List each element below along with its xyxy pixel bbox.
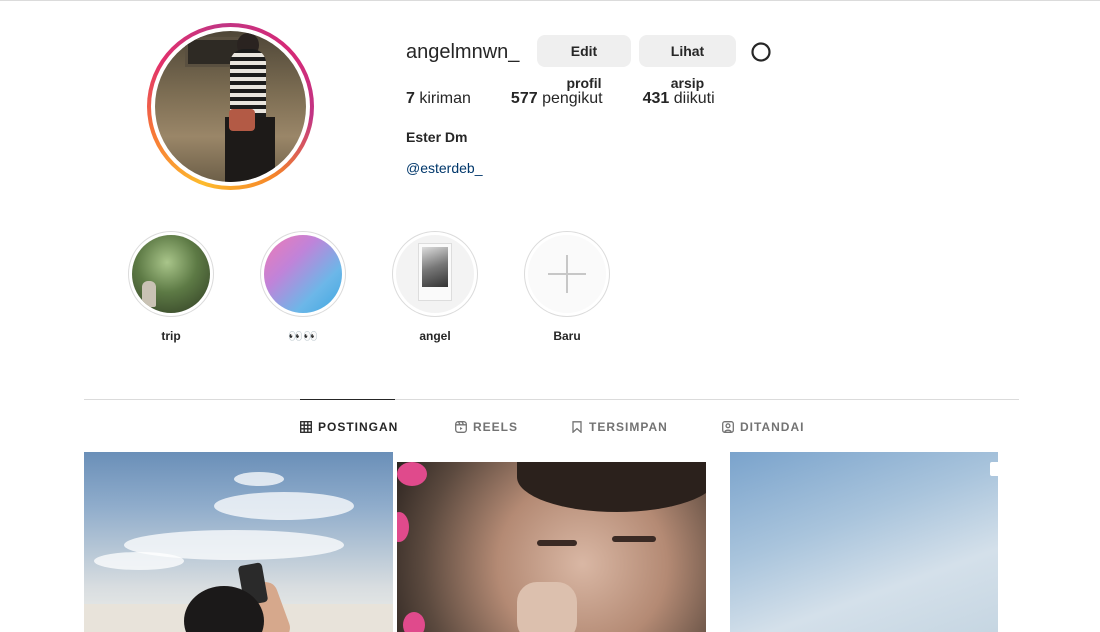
tab-label: DITANDAI	[740, 420, 805, 434]
highlight-label: 👀👀	[288, 329, 318, 343]
highlight-label: trip	[161, 329, 181, 343]
tab-tagged[interactable]: DITANDAI	[722, 420, 804, 434]
grid-icon	[300, 421, 312, 433]
post-thumbnail[interactable]	[730, 452, 998, 632]
following-stat[interactable]: 431 diikuti	[643, 90, 715, 108]
followers-label: pengikut	[542, 90, 603, 107]
posts-stat: 7 kiriman	[406, 90, 471, 108]
profile-stats: 7 kiriman 577 pengikut 431 diikuti	[406, 90, 755, 108]
top-divider	[0, 0, 1100, 1]
highlight-cover[interactable]	[260, 231, 346, 317]
profile-avatar[interactable]	[155, 31, 306, 182]
tab-label: TERSIMPAN	[589, 420, 668, 434]
highlight-cover[interactable]	[392, 231, 478, 317]
tab-label: POSTINGAN	[318, 420, 399, 434]
tagged-icon	[722, 421, 734, 433]
profile-avatar-ring[interactable]	[147, 23, 314, 190]
active-tab-indicator	[300, 399, 395, 400]
highlight-label: Baru	[553, 329, 581, 343]
posts-label: kiriman	[419, 90, 471, 107]
profile-username: angelmnwn_	[406, 41, 520, 63]
highlight-cover[interactable]	[524, 231, 610, 317]
following-label: diikuti	[673, 90, 715, 107]
tab-saved[interactable]: TERSIMPAN	[571, 420, 668, 434]
tab-label: REELS	[473, 420, 519, 434]
highlight-cover[interactable]	[128, 231, 214, 317]
multi-post-icon	[990, 462, 998, 476]
profile-full-name: Ester Dm	[406, 129, 468, 145]
highlight-eyes[interactable]: 👀👀	[260, 231, 346, 343]
tabs-divider	[84, 399, 1019, 400]
followers-stat[interactable]: 577 pengikut	[511, 90, 603, 108]
settings-gear-icon[interactable]	[749, 40, 773, 64]
plus-icon	[528, 235, 606, 313]
new-highlight-button[interactable]: Baru	[524, 231, 610, 343]
bookmark-icon	[572, 421, 582, 433]
tab-reels[interactable]: REELS	[455, 420, 518, 434]
edit-profile-button[interactable]: Edit profil	[537, 35, 631, 91]
post-thumbnail[interactable]	[84, 452, 393, 632]
posts-count: 7	[406, 90, 415, 107]
tab-posts[interactable]: POSTINGAN	[300, 420, 398, 434]
highlight-angel[interactable]: angel	[392, 231, 478, 343]
highlight-label: angel	[419, 329, 451, 343]
highlight-trip[interactable]: trip	[128, 231, 214, 343]
following-count: 431	[642, 90, 670, 107]
view-archive-button[interactable]: Lihat arsip	[639, 35, 736, 91]
reels-icon	[455, 421, 467, 433]
followers-count: 577	[510, 90, 538, 107]
post-thumbnail[interactable]	[397, 462, 706, 632]
profile-mention-link[interactable]: @esterdeb_	[406, 160, 482, 176]
